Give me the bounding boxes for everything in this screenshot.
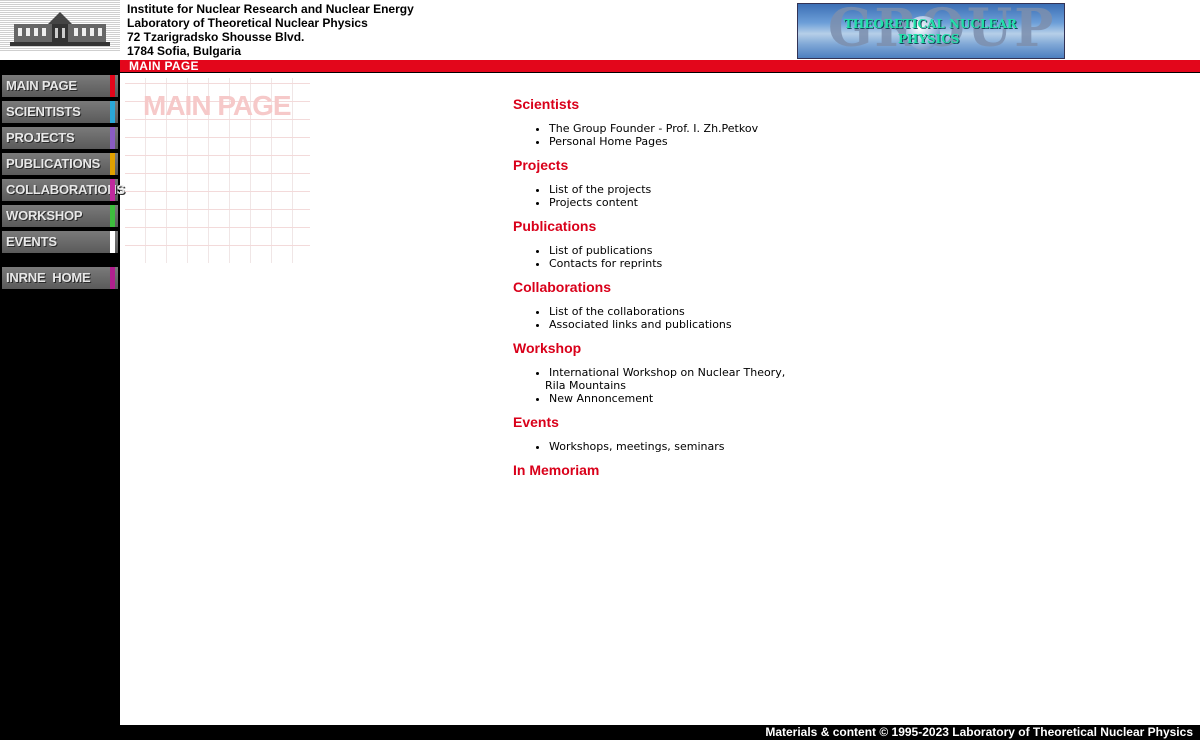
list-item-link[interactable]: Associated links and publications [549, 318, 913, 331]
nav-events[interactable]: EVENTS [2, 231, 118, 253]
section-links-workshop: International Workshop on Nuclear Theory… [513, 366, 913, 405]
nav-label: PROJECTS [6, 130, 75, 145]
header: Institute for Nuclear Research and Nucle… [0, 0, 1200, 60]
list-item-link[interactable]: List of the collaborations [549, 305, 913, 318]
nav-accent-stripe [110, 101, 115, 123]
list-item-link[interactable]: International Workshop on Nuclear Theory… [545, 366, 913, 392]
section-heading-publications[interactable]: Publications [513, 218, 913, 235]
nav-workshop[interactable]: WORKSHOP [2, 205, 118, 227]
nav-label: PUBLICATIONS [6, 156, 101, 171]
nav-label: EVENTS [6, 234, 57, 249]
nav-projects[interactable]: PROJECTS [2, 127, 118, 149]
nav-accent-stripe [110, 75, 115, 97]
nav-accent-stripe [110, 153, 115, 175]
section-links-publications: List of publications Contacts for reprin… [513, 244, 913, 270]
list-item-link[interactable]: Workshops, meetings, seminars [549, 440, 913, 453]
list-item-link[interactable]: Personal Home Pages [549, 135, 913, 148]
nav-label: WORKSHOP [6, 208, 83, 223]
nav-accent-stripe [110, 179, 115, 201]
main-content: Scientists The Group Founder - Prof. I. … [513, 96, 913, 479]
list-item-link[interactable]: Contacts for reprints [549, 257, 913, 270]
section-links-events: Workshops, meetings, seminars [513, 440, 913, 453]
footer-copyright: Materials & content © 1995-2023 Laborato… [765, 725, 1193, 739]
section-heading-workshop[interactable]: Workshop [513, 340, 913, 357]
page-title-bar: MAIN PAGE [120, 59, 1200, 73]
sidebar: MAIN PAGE SCIENTISTS PROJECTS PUBLICATIO… [0, 60, 125, 740]
nav-label: MAIN PAGE [6, 78, 77, 93]
section-links-projects: List of the projects Projects content [513, 183, 913, 209]
section-links-scientists: The Group Founder - Prof. I. Zh.Petkov P… [513, 122, 913, 148]
nav-collaborations[interactable]: COLLABORATIONS [2, 179, 125, 201]
group-logo-banner[interactable]: GROUP THEORETICAL NUCLEAR PHYSICS [797, 3, 1065, 59]
nav-accent-stripe [110, 267, 115, 289]
nav-accent-stripe [110, 127, 115, 149]
address-line: Institute for Nuclear Research and Nucle… [127, 2, 414, 16]
group-logo-line1: THEORETICAL NUCLEAR [844, 17, 1017, 31]
institute-address: Institute for Nuclear Research and Nucle… [127, 2, 414, 58]
nav-accent-stripe [110, 205, 115, 227]
group-logo-line2: PHYSICS [898, 32, 960, 46]
address-line: 1784 Sofia, Bulgaria [127, 44, 242, 58]
link-text-continuation: Rila Mountains [545, 379, 626, 392]
section-heading-projects[interactable]: Projects [513, 157, 913, 174]
nav-accent-stripe [110, 231, 115, 253]
address-line: Laboratory of Theoretical Nuclear Physic… [127, 16, 368, 30]
section-heading-scientists[interactable]: Scientists [513, 96, 913, 113]
nav-label: INRNE HOME [6, 270, 91, 285]
address-line: 72 Tzarigradsko Shousse Blvd. [127, 30, 305, 44]
link-text: International Workshop on Nuclear Theory… [549, 366, 786, 379]
list-item-link[interactable]: New Annoncement [549, 392, 913, 405]
list-item-link[interactable]: List of the projects [549, 183, 913, 196]
nav-publications[interactable]: PUBLICATIONS [2, 153, 118, 175]
section-heading-in-memoriam[interactable]: In Memoriam [513, 462, 913, 479]
list-item-link[interactable]: The Group Founder - Prof. I. Zh.Petkov [549, 122, 913, 135]
page-title: MAIN PAGE [129, 59, 199, 73]
nav-label: COLLABORATIONS [6, 182, 126, 197]
section-heading-events[interactable]: Events [513, 414, 913, 431]
watermark-text: MAIN PAGE [143, 90, 292, 121]
nav-label: SCIENTISTS [6, 104, 81, 119]
nav-inrne-home[interactable]: INRNE HOME [2, 267, 118, 289]
section-links-collaborations: List of the collaborations Associated li… [513, 305, 913, 331]
list-item-link[interactable]: List of publications [549, 244, 913, 257]
nav-scientists[interactable]: SCIENTISTS [2, 101, 118, 123]
building-icon [10, 12, 110, 46]
section-heading-collaborations[interactable]: Collaborations [513, 279, 913, 296]
footer: Materials & content © 1995-2023 Laborato… [120, 725, 1200, 740]
institute-building-logo[interactable] [0, 0, 120, 52]
list-item-link[interactable]: Projects content [549, 196, 913, 209]
page-title-watermark: MAIN PAGE [125, 78, 310, 263]
nav-main-page[interactable]: MAIN PAGE [2, 75, 118, 97]
group-logo-big-text: GROUP [828, 3, 1056, 59]
